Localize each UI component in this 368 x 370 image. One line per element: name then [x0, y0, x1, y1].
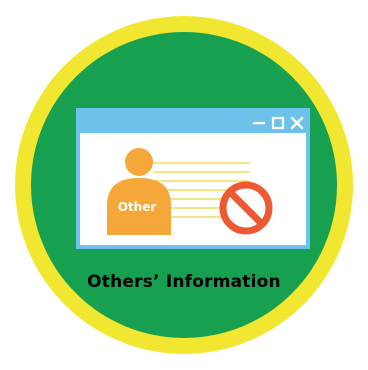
- window-illustration: [107, 148, 273, 235]
- prohibited-icon: [219, 181, 273, 235]
- badge: Other Others’ Information: [0, 0, 368, 370]
- person-label: Other: [117, 200, 157, 214]
- badge-caption: Others’ Information: [87, 272, 281, 292]
- person-icon: [107, 148, 171, 235]
